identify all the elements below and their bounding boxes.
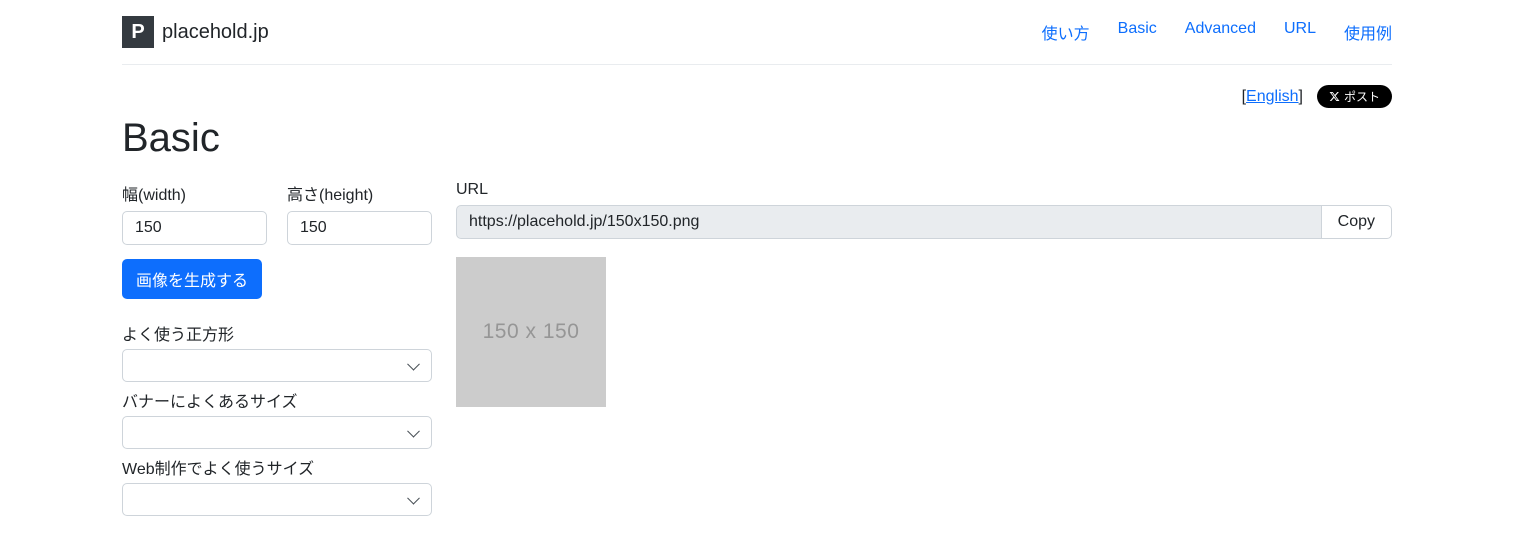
preset-square-select[interactable] bbox=[122, 349, 432, 382]
preview-text: 150 x 150 bbox=[483, 320, 580, 344]
brand-icon: P bbox=[122, 16, 154, 48]
width-label: 幅(width) bbox=[122, 181, 267, 205]
url-label: URL bbox=[456, 181, 1392, 199]
page-title: Basic bbox=[122, 116, 1392, 161]
preset-banner-label: バナーによくあるサイズ bbox=[122, 388, 432, 412]
language-switch: [English] bbox=[1242, 88, 1303, 106]
brand-name: placehold.jp bbox=[162, 21, 269, 44]
nav-link-usage[interactable]: 使い方 bbox=[1042, 20, 1090, 44]
post-button-label: ポスト bbox=[1344, 88, 1380, 105]
preview-image: 150 x 150 bbox=[456, 257, 606, 407]
form-column: 幅(width) 高さ(height) 画像を生成する よく使う正方形 バナーに… bbox=[122, 181, 432, 522]
nav-links: 使い方 Basic Advanced URL 使用例 bbox=[1042, 20, 1392, 44]
navbar: P placehold.jp 使い方 Basic Advanced URL 使用… bbox=[122, 0, 1392, 65]
result-column: URL https://placehold.jp/150x150.png Cop… bbox=[456, 181, 1392, 407]
top-actions: [English] ポスト bbox=[122, 85, 1392, 108]
post-button[interactable]: ポスト bbox=[1317, 85, 1392, 108]
x-icon bbox=[1329, 91, 1340, 102]
copy-button[interactable]: Copy bbox=[1322, 205, 1392, 239]
preset-square-label: よく使う正方形 bbox=[122, 321, 432, 345]
height-input[interactable] bbox=[287, 211, 432, 245]
brand[interactable]: P placehold.jp bbox=[122, 16, 269, 48]
width-input[interactable] bbox=[122, 211, 267, 245]
preset-web-select[interactable] bbox=[122, 483, 432, 516]
nav-link-basic[interactable]: Basic bbox=[1118, 20, 1157, 44]
nav-link-advanced[interactable]: Advanced bbox=[1185, 20, 1256, 44]
main-content: 幅(width) 高さ(height) 画像を生成する よく使う正方形 バナーに… bbox=[122, 181, 1392, 522]
url-output[interactable]: https://placehold.jp/150x150.png bbox=[456, 205, 1322, 239]
english-link[interactable]: English bbox=[1246, 88, 1298, 105]
nav-link-url[interactable]: URL bbox=[1284, 20, 1316, 44]
generate-button[interactable]: 画像を生成する bbox=[122, 259, 262, 299]
height-label: 高さ(height) bbox=[287, 181, 432, 205]
bracket-close: ] bbox=[1299, 88, 1303, 105]
preset-banner-select[interactable] bbox=[122, 416, 432, 449]
preset-web-label: Web制作でよく使うサイズ bbox=[122, 455, 432, 479]
nav-link-examples[interactable]: 使用例 bbox=[1344, 20, 1392, 44]
